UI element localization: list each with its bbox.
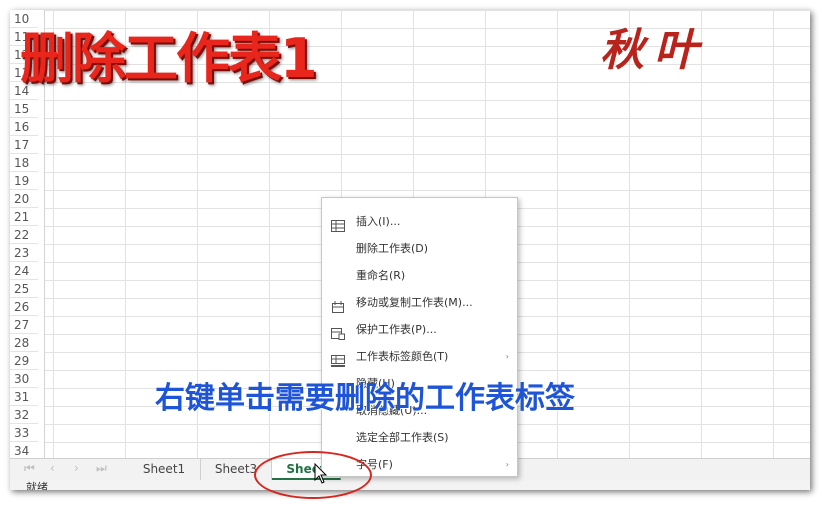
context-menu-item-label: 选定全部工作表(S) [356, 431, 449, 444]
row-number[interactable]: 27 [10, 316, 38, 334]
row-number[interactable]: 33 [10, 424, 38, 442]
row-number[interactable]: 22 [10, 226, 38, 244]
row-number[interactable]: 32 [10, 406, 38, 424]
next-sheet-icon[interactable]: › [74, 461, 79, 475]
protect-sheet-icon [331, 323, 345, 340]
context-menu-item[interactable]: 插入(I)... [322, 208, 517, 235]
context-menu-item-label: 移动或复制工作表(M)... [356, 296, 473, 309]
sheet-tab-context-menu: 插入(I)... 删除工作表(D) 重命名(R) 移动或复制工作表(M)... 保护工作… [321, 197, 518, 477]
context-menu-item-label: 工作表标签颜色(T) [356, 350, 449, 363]
move-copy-icon [331, 296, 345, 313]
context-menu-item-label: 重命名(R) [356, 269, 406, 282]
signature-logo: 秋叶 [600, 25, 708, 76]
mouse-cursor-icon [314, 463, 328, 484]
status-text: 就绪 [26, 481, 48, 490]
row-number[interactable]: 20 [10, 190, 38, 208]
row-number[interactable]: 25 [10, 280, 38, 298]
context-menu-item[interactable]: 工作表标签颜色(T) › [322, 343, 517, 370]
title-overlay: 删除工作表1 [20, 27, 318, 90]
insert-table-icon [331, 215, 345, 232]
instruction-caption: 右键单击需要删除的工作表标签 [155, 381, 575, 416]
row-number[interactable]: 21 [10, 208, 38, 226]
context-menu-item[interactable]: 保护工作表(P)... [322, 316, 517, 343]
submenu-arrow-icon: › [505, 460, 509, 469]
row-number[interactable]: 17 [10, 136, 38, 154]
row-number[interactable]: 23 [10, 244, 38, 262]
row-number[interactable]: 28 [10, 334, 38, 352]
context-menu-item-label: 保护工作表(P)... [356, 323, 437, 336]
context-menu-item[interactable]: 选定全部工作表(S) [322, 424, 517, 451]
context-menu-item-label: 删除工作表(D) [356, 242, 429, 255]
highlight-oval [254, 451, 372, 499]
first-sheet-icon[interactable]: ⏮ [24, 461, 35, 476]
row-number[interactable]: 29 [10, 352, 38, 370]
row-number[interactable]: 31 [10, 388, 38, 406]
row-number[interactable]: 24 [10, 262, 38, 280]
sheet-tab-sheet1[interactable]: Sheet1 [128, 459, 201, 480]
context-menu-item[interactable]: 移动或复制工作表(M)... [322, 289, 517, 316]
row-number[interactable]: 30 [10, 370, 38, 388]
prev-sheet-icon[interactable]: ‹ [50, 461, 55, 475]
tab-color-icon [331, 350, 345, 367]
row-number[interactable]: 18 [10, 154, 38, 172]
row-number[interactable]: 19 [10, 172, 38, 190]
last-sheet-icon[interactable]: ⏭ [96, 461, 107, 476]
context-menu-item[interactable]: 重命名(R) [322, 262, 517, 289]
submenu-arrow-icon: › [505, 352, 509, 361]
context-menu-item[interactable]: 删除工作表(D) [322, 235, 517, 262]
row-number[interactable]: 26 [10, 298, 38, 316]
row-number[interactable]: 15 [10, 100, 38, 118]
context-menu-item-label: 插入(I)... [356, 215, 401, 228]
row-number[interactable]: 16 [10, 118, 38, 136]
status-bar: 就绪 [10, 481, 810, 490]
